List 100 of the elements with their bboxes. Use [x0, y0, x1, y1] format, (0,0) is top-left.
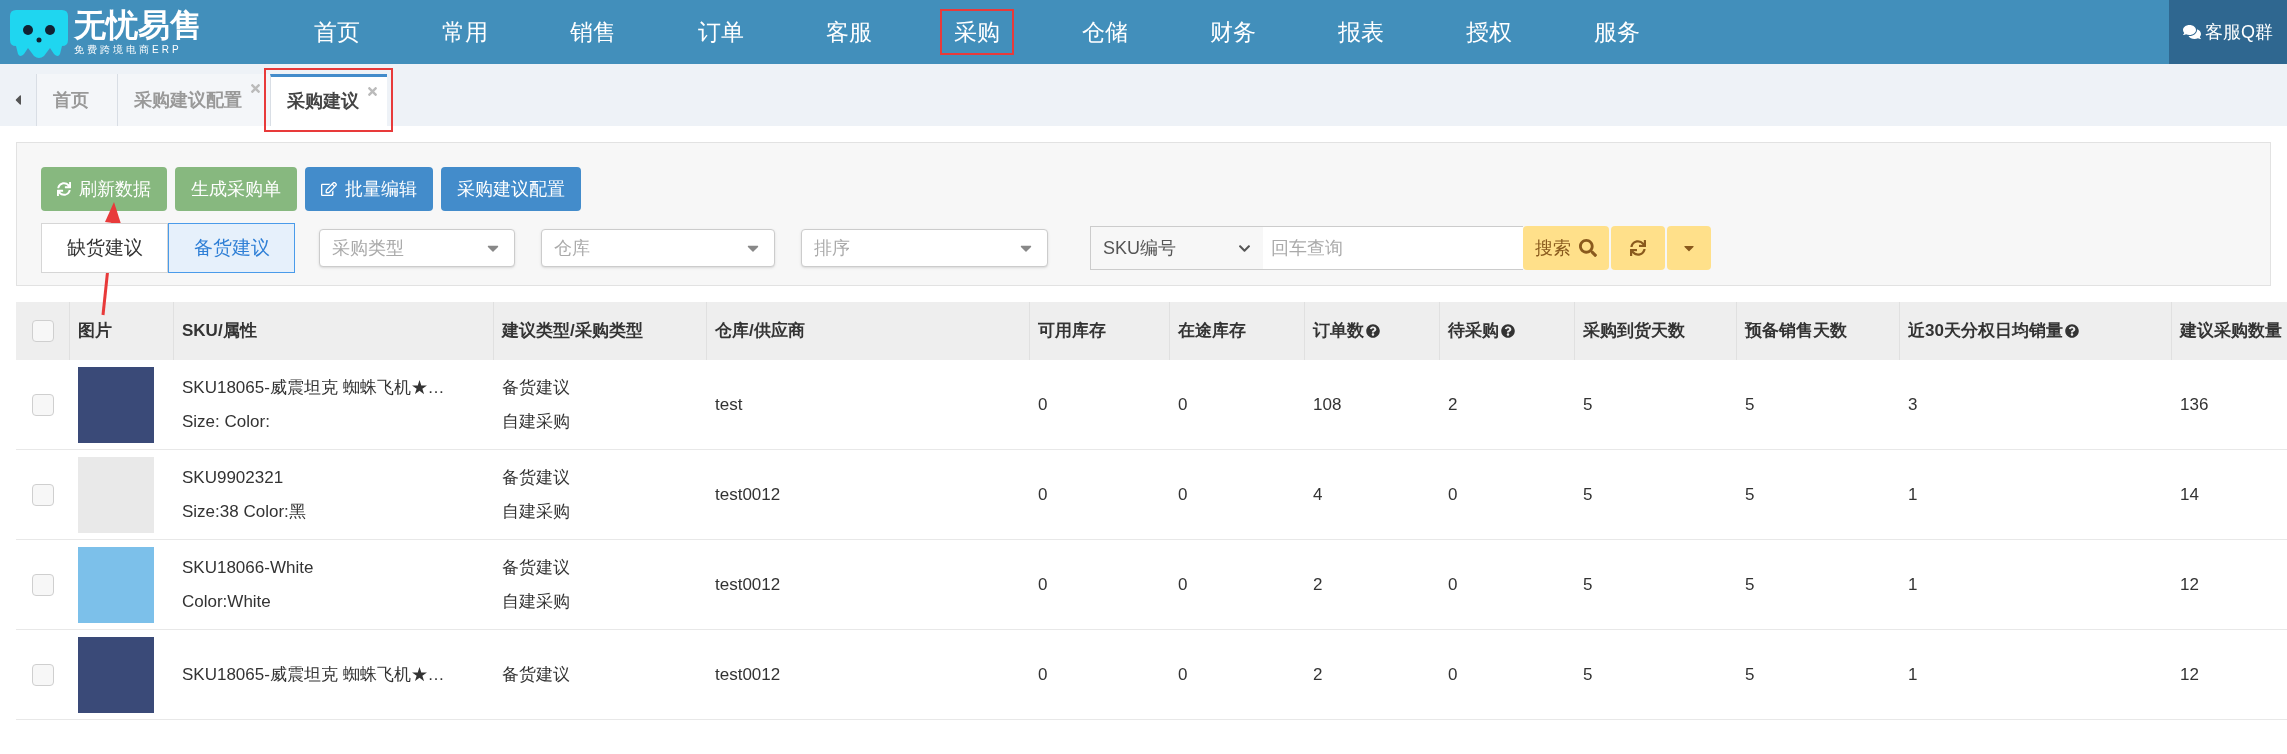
column-header: SKU/属性 — [182, 320, 257, 343]
mode-toggle[interactable]: 备货建议 — [168, 223, 295, 273]
search-field-select[interactable]: SKU编号 — [1090, 226, 1263, 270]
table-cell: 0 — [1448, 574, 1458, 594]
table-cell: 12 — [2180, 664, 2199, 684]
reset-button[interactable] — [1611, 226, 1665, 270]
nav-item[interactable]: 客服 — [812, 8, 886, 56]
table-cell: 5 — [1745, 484, 1755, 504]
table-cell: 1 — [1908, 484, 1918, 504]
help-icon — [1501, 324, 1515, 338]
table-cell: 5 — [1583, 394, 1593, 414]
table-cell: 3 — [1908, 394, 1918, 414]
dropdown-select[interactable]: 采购类型 — [319, 229, 515, 267]
nav-item[interactable]: 报表 — [1324, 8, 1398, 56]
column-header: 建议类型/采购类型 — [502, 320, 643, 343]
table-cell: 5 — [1583, 484, 1593, 504]
column-header: 仓库/供应商 — [715, 320, 805, 343]
suggestion-type: 备货建议 — [502, 557, 571, 579]
chat-icon — [2183, 23, 2201, 41]
nav-item[interactable]: 仓储 — [1068, 8, 1142, 56]
support-group-button[interactable]: 客服Q群 — [2169, 0, 2287, 64]
column-header: 订单数 — [1313, 318, 1380, 344]
nav-item[interactable]: 销售 — [556, 8, 630, 56]
table-cell: 5 — [1583, 664, 1593, 684]
nav-item[interactable]: 常用 — [428, 8, 502, 56]
attribute-text: Size: Color: — [182, 410, 271, 433]
page-tab[interactable]: 首页 — [36, 74, 117, 126]
checkbox[interactable] — [32, 663, 54, 686]
table-cell: 2 — [1448, 394, 1458, 414]
sku-text: SKU18065-威震坦克 蜘蛛飞机★… — [182, 663, 446, 686]
table-cell: 5 — [1745, 574, 1755, 594]
sku-text: SKU18066-White — [182, 557, 315, 579]
checkbox[interactable] — [31, 320, 54, 342]
table-cell: 136 — [2180, 394, 2209, 414]
purchase-type: 自建采购 — [502, 500, 571, 523]
table-cell: 0 — [1178, 484, 1188, 504]
table-cell: 5 — [1745, 394, 1755, 414]
help-icon — [1366, 324, 1380, 338]
table-cell: 0 — [1448, 664, 1458, 684]
table-cell: 0 — [1178, 394, 1188, 414]
dropdown-select[interactable]: 仓库 — [541, 229, 775, 267]
table-cell: 14 — [2180, 484, 2199, 504]
table-cell: 0 — [1038, 394, 1048, 414]
column-header: 可用库存 — [1038, 320, 1106, 343]
nav-item[interactable]: 采购 — [940, 8, 1014, 56]
table-cell: 108 — [1313, 394, 1342, 414]
table-cell: 0 — [1178, 664, 1188, 684]
help-icon — [2064, 324, 2079, 338]
refresh-icon — [1630, 240, 1646, 256]
nav-item[interactable]: 首页 — [300, 8, 374, 56]
column-header: 建议采购数量 — [2180, 320, 2282, 343]
action-button[interactable]: 刷新数据 — [41, 167, 167, 211]
action-button[interactable]: 采购建议配置 — [441, 167, 581, 211]
table-cell: 4 — [1313, 484, 1323, 504]
search-input[interactable]: 回车查询 — [1263, 226, 1523, 270]
column-header: 近30天分权日均销量 — [1908, 318, 2079, 344]
checkbox[interactable] — [32, 393, 54, 416]
supplier-text: test0012 — [715, 484, 781, 504]
column-header: 预备销售天数 — [1745, 320, 1847, 343]
brand-tagline: 免费跨境电商ERP — [74, 45, 183, 55]
column-header: 采购到货天数 — [1583, 320, 1685, 343]
action-button[interactable]: 生成采购单 — [175, 167, 297, 211]
purchase-type: 自建采购 — [502, 590, 571, 613]
edit-icon — [321, 181, 337, 197]
column-header: 图片 — [78, 320, 112, 343]
table-cell: 0 — [1038, 664, 1048, 684]
nav-item[interactable]: 授权 — [1452, 8, 1526, 56]
supplier-text: test0012 — [715, 574, 781, 594]
table-cell: 0 — [1038, 574, 1048, 594]
checkbox[interactable] — [32, 483, 54, 506]
search-icon — [1579, 239, 1597, 257]
suggestion-type: 备货建议 — [502, 663, 571, 686]
suggestion-type: 备货建议 — [502, 377, 571, 399]
dropdown-select[interactable]: 排序 — [801, 229, 1048, 267]
table-cell: 1 — [1908, 664, 1918, 684]
table-cell: 5 — [1583, 574, 1593, 594]
nav-item[interactable]: 服务 — [1580, 8, 1654, 56]
table-cell: 2 — [1313, 574, 1323, 594]
nav-item[interactable]: 财务 — [1196, 8, 1270, 56]
column-header: 在途库存 — [1178, 320, 1246, 343]
refresh-icon — [57, 182, 71, 196]
suggestion-type: 备货建议 — [502, 467, 571, 489]
close-icon[interactable] — [366, 85, 379, 98]
search-button[interactable]: 搜索 — [1523, 226, 1609, 270]
mode-toggle[interactable]: 缺货建议 — [41, 223, 168, 273]
table-cell: 5 — [1745, 664, 1755, 684]
close-icon[interactable] — [249, 82, 262, 95]
attribute-text: Size:38 Color:黑 — [182, 500, 307, 523]
table-cell: 0 — [1178, 574, 1188, 594]
supplier-text: test0012 — [715, 664, 781, 684]
table-cell: 0 — [1448, 484, 1458, 504]
table-cell: 2 — [1313, 664, 1323, 684]
sku-text: SKU9902321 — [182, 467, 285, 489]
nav-item[interactable]: 订单 — [684, 8, 758, 56]
column-header: 待采购 — [1448, 318, 1515, 344]
action-button[interactable]: 批量编辑 — [305, 167, 433, 211]
checkbox[interactable] — [32, 573, 54, 596]
page-tab[interactable]: 采购建议配置 — [117, 74, 270, 126]
table-cell: 12 — [2180, 574, 2199, 594]
table-cell: 1 — [1908, 574, 1918, 594]
